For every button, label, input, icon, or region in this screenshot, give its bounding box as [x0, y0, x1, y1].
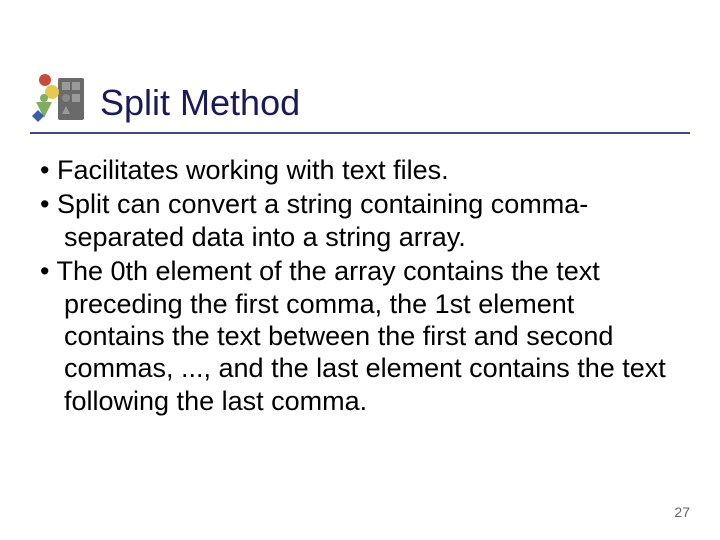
slide-header: Split Method — [0, 0, 720, 132]
list-item: Facilitates working with text files. — [40, 154, 680, 186]
logo-icon — [30, 70, 86, 126]
bullet-list: Facilitates working with text files. Spl… — [40, 154, 680, 417]
list-item: The 0th element of the array contains th… — [40, 255, 680, 417]
list-item: Split can convert a string containing co… — [40, 188, 680, 253]
page-number: 27 — [674, 504, 690, 520]
slide-content: Facilitates working with text files. Spl… — [0, 154, 720, 417]
slide-title: Split Method — [100, 82, 300, 124]
header-divider — [30, 132, 690, 134]
